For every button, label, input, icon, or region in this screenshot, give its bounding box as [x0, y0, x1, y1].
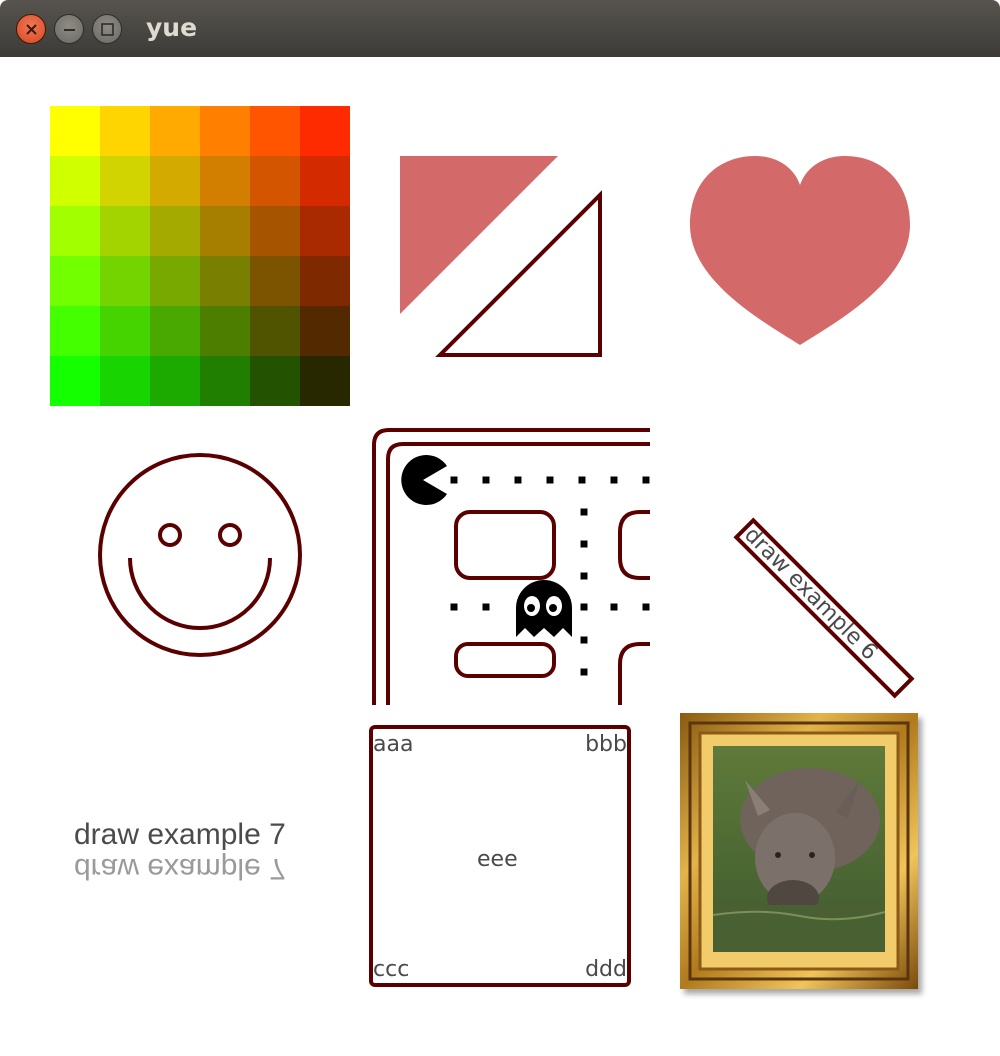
minimize-icon — [64, 29, 75, 31]
maze-dot — [482, 476, 490, 484]
color-cell — [100, 356, 150, 406]
ghost-icon — [516, 580, 572, 637]
minimize-button[interactable] — [54, 14, 84, 44]
example7-text: draw example 7 — [74, 818, 286, 851]
maze-dot — [450, 603, 458, 611]
pacman-maze — [372, 428, 650, 705]
color-cell — [200, 256, 250, 306]
color-cell — [250, 106, 300, 156]
label-center: eee — [477, 847, 518, 872]
filled-triangle — [400, 156, 558, 314]
color-cell — [200, 106, 250, 156]
color-grid — [50, 106, 350, 406]
app-window: yue draw example 6 draw example 7 draw e… — [0, 0, 1000, 1056]
example7-reflection: draw example 7 — [74, 852, 286, 885]
color-cell — [300, 356, 350, 406]
maze-dot — [450, 476, 458, 484]
label-bottom-left: ccc — [373, 957, 410, 982]
color-cell — [100, 306, 150, 356]
maze-dot — [580, 572, 588, 580]
color-cell — [250, 356, 300, 406]
maximize-button[interactable] — [92, 14, 122, 44]
color-cell — [150, 306, 200, 356]
color-cell — [250, 256, 300, 306]
maze-dot — [580, 508, 588, 516]
color-cell — [100, 206, 150, 256]
color-cell — [300, 156, 350, 206]
maze-dot — [610, 476, 618, 484]
label-top-right: bbb — [585, 732, 627, 757]
color-cell — [150, 256, 200, 306]
color-cell — [150, 106, 200, 156]
color-cell — [50, 156, 100, 206]
maze-dot — [578, 476, 586, 484]
maze-dot — [642, 603, 650, 611]
framed-picture — [680, 713, 918, 989]
color-cell — [150, 156, 200, 206]
color-cell — [150, 206, 200, 256]
color-cell — [50, 306, 100, 356]
label-top-left: aaa — [373, 732, 414, 757]
color-cell — [50, 356, 100, 406]
maze-dot — [546, 476, 554, 484]
color-cell — [200, 206, 250, 256]
color-cell — [200, 356, 250, 406]
color-cell — [50, 256, 100, 306]
maze-dot — [514, 476, 522, 484]
color-cell — [200, 156, 250, 206]
color-cell — [300, 106, 350, 156]
color-cell — [100, 106, 150, 156]
color-cell — [150, 356, 200, 406]
maze-dot — [580, 603, 588, 611]
color-cell — [250, 206, 300, 256]
heart-icon — [690, 156, 910, 345]
window-title: yue — [146, 13, 198, 42]
maze-dot — [580, 668, 588, 676]
pacman-icon — [401, 455, 447, 506]
color-cell — [100, 256, 150, 306]
label-bottom-right: ddd — [585, 957, 627, 982]
color-cell — [300, 306, 350, 356]
maze-dot — [580, 636, 588, 644]
color-cell — [50, 206, 100, 256]
maze-dot — [642, 476, 650, 484]
color-cell — [250, 306, 300, 356]
close-button[interactable] — [16, 14, 46, 44]
corner-label-box: aaa bbb eee ccc ddd — [369, 725, 631, 987]
color-cell — [300, 206, 350, 256]
triangles-example — [400, 156, 602, 357]
maze-dot — [610, 603, 618, 611]
maze-dot — [482, 603, 490, 611]
color-cell — [50, 106, 100, 156]
smiley-icon — [98, 453, 302, 657]
color-cell — [250, 156, 300, 206]
color-cell — [200, 306, 250, 356]
title-bar[interactable]: yue — [0, 0, 1000, 57]
maximize-icon — [101, 23, 114, 36]
maze-dot — [580, 540, 588, 548]
close-icon — [26, 24, 37, 35]
color-cell — [300, 256, 350, 306]
color-cell — [100, 156, 150, 206]
